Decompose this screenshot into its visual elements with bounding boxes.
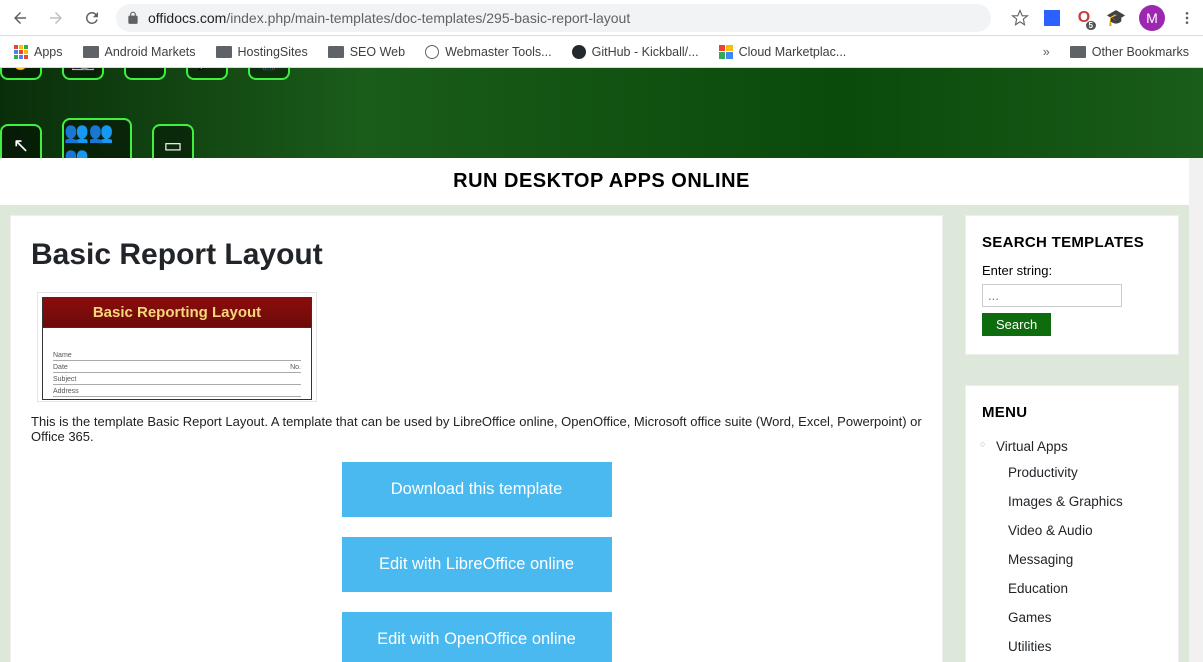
- bookmark-webmaster-tools[interactable]: Webmaster Tools...: [419, 41, 558, 63]
- bookmarks-bar: Apps Android Markets HostingSites SEO We…: [0, 36, 1203, 68]
- address-bar[interactable]: offidocs.com/index.php/main-templates/do…: [116, 4, 991, 32]
- url-domain: offidocs.com: [148, 10, 226, 26]
- cloud-icon: [719, 45, 733, 59]
- browser-toolbar: offidocs.com/index.php/main-templates/do…: [0, 0, 1203, 36]
- hero-icon-cursor: ↖: [0, 124, 42, 158]
- template-thumbnail[interactable]: Basic Reporting Layout Name DateNo. Subj…: [37, 292, 317, 402]
- menu-item-messaging[interactable]: Messaging: [996, 545, 1162, 574]
- hero-icon-chat: 💬: [186, 68, 228, 80]
- sidebar: SEARCH TEMPLATES Enter string: Search ME…: [965, 215, 1179, 662]
- bookmark-apps[interactable]: Apps: [8, 41, 69, 63]
- hero-icon-screen: ▭: [124, 68, 166, 80]
- main-content: Basic Report Layout Basic Reporting Layo…: [10, 215, 943, 662]
- reload-button[interactable]: [80, 6, 104, 30]
- hero-icon-people: 👥👥👥: [62, 118, 132, 158]
- menu-item-images-graphics[interactable]: Images & Graphics: [996, 487, 1162, 516]
- hero-icon-box: ▭: [152, 124, 194, 158]
- menu-card: MENU Virtual Apps Productivity Images & …: [965, 385, 1179, 662]
- folder-icon: [1070, 46, 1086, 58]
- bookmark-seo-web[interactable]: SEO Web: [322, 41, 411, 63]
- bookmark-hosting-sites[interactable]: HostingSites: [210, 41, 314, 63]
- hero-icon-camera: 📷: [62, 68, 104, 80]
- github-icon: [572, 45, 586, 59]
- arrow-left-icon: [11, 9, 29, 27]
- bookmarks-overflow[interactable]: »: [1037, 41, 1056, 63]
- page-content: ☝ 📷 ▭ 💬 📱 ↖ 👥👥👥 ▭ RUN DESKTOP APPS ONLIN…: [0, 68, 1203, 662]
- lock-icon: [126, 11, 140, 25]
- hero-icon-hand: ☝: [0, 68, 42, 80]
- menu-item-virtual-apps[interactable]: Virtual Apps Productivity Images & Graph…: [982, 433, 1162, 662]
- search-title: SEARCH TEMPLATES: [982, 234, 1162, 251]
- bookmark-github[interactable]: GitHub - Kickball/...: [566, 41, 705, 63]
- menu-item-productivity[interactable]: Productivity: [996, 458, 1162, 487]
- menu-dots-icon[interactable]: [1179, 10, 1195, 26]
- arrow-right-icon: [47, 9, 65, 27]
- template-description: This is the template Basic Report Layout…: [31, 414, 922, 444]
- download-template-button[interactable]: Download this template: [342, 462, 612, 517]
- back-button[interactable]: [8, 6, 32, 30]
- menu-item-utilities[interactable]: Utilities: [996, 632, 1162, 661]
- profile-avatar[interactable]: M: [1139, 5, 1165, 31]
- thumbnail-body: Name DateNo. Subject Address: [42, 328, 312, 400]
- globe-icon: [425, 45, 439, 59]
- edit-openoffice-button[interactable]: Edit with OpenOffice online: [342, 612, 612, 662]
- menu-item-games[interactable]: Games: [996, 603, 1162, 632]
- apps-icon: [14, 45, 28, 59]
- folder-icon: [216, 46, 232, 58]
- extension-icon-1[interactable]: [1043, 9, 1061, 27]
- tagline: RUN DESKTOP APPS ONLINE: [0, 158, 1203, 205]
- page-title: Basic Report Layout: [31, 238, 922, 272]
- search-card: SEARCH TEMPLATES Enter string: Search: [965, 215, 1179, 355]
- menu-item-education[interactable]: Education: [996, 574, 1162, 603]
- hero-banner: ☝ 📷 ▭ 💬 📱 ↖ 👥👥👥 ▭: [0, 68, 1203, 158]
- thumbnail-title: Basic Reporting Layout: [42, 297, 312, 328]
- extension-icon-grad[interactable]: 🎓: [1107, 9, 1125, 27]
- bookmark-android-markets[interactable]: Android Markets: [77, 41, 202, 63]
- menu-title: MENU: [982, 404, 1162, 421]
- bookmark-other[interactable]: Other Bookmarks: [1064, 41, 1195, 63]
- extension-icon-opera[interactable]: O5: [1075, 9, 1093, 27]
- search-button[interactable]: Search: [982, 313, 1051, 336]
- hero-icon-phone: 📱: [248, 68, 290, 80]
- bookmark-star-icon[interactable]: [1011, 9, 1029, 27]
- forward-button: [44, 6, 68, 30]
- reload-icon: [83, 9, 101, 27]
- menu-item-video-audio[interactable]: Video & Audio: [996, 516, 1162, 545]
- folder-icon: [83, 46, 99, 58]
- url-path: /index.php/main-templates/doc-templates/…: [226, 10, 630, 26]
- search-input[interactable]: [982, 284, 1122, 307]
- search-label: Enter string:: [982, 263, 1162, 278]
- bookmark-cloud-marketplace[interactable]: Cloud Marketplac...: [713, 41, 853, 63]
- edit-libreoffice-button[interactable]: Edit with LibreOffice online: [342, 537, 612, 592]
- folder-icon: [328, 46, 344, 58]
